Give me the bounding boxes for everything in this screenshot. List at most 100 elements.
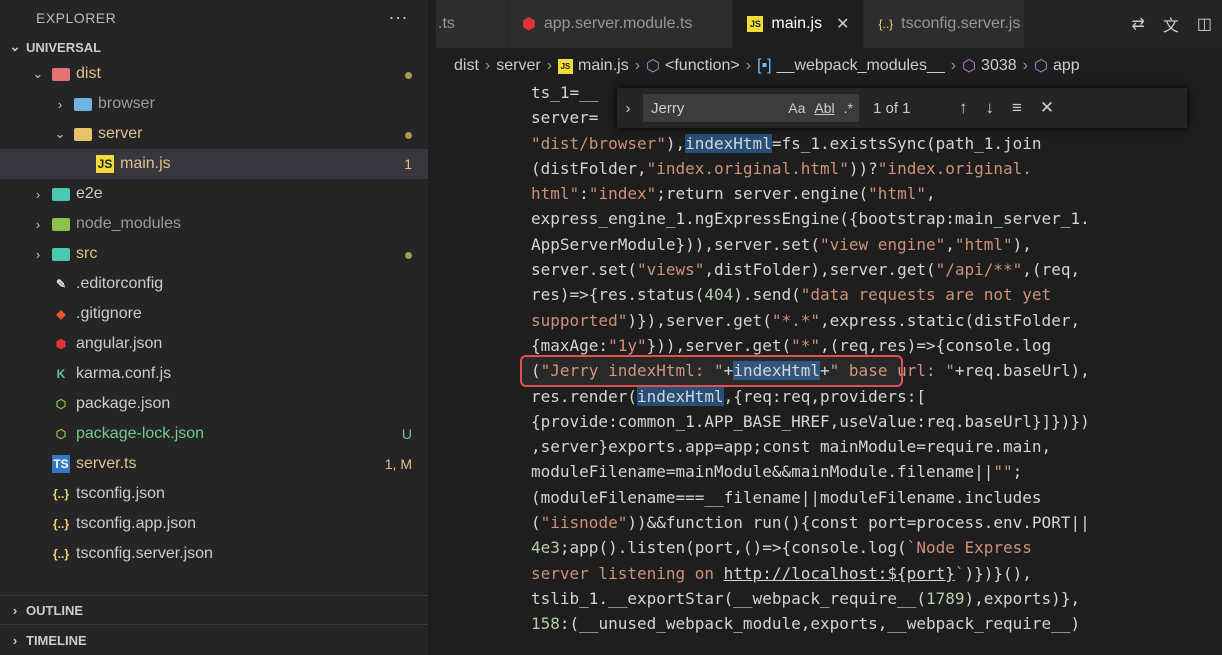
chevron-right-icon: › <box>484 57 491 74</box>
json-icon: {..} <box>52 517 69 531</box>
tree-item-server[interactable]: ⌄ server <box>0 119 428 149</box>
breadcrumb-item[interactable]: __webpack_modules__ <box>777 57 945 75</box>
tree-item-label: karma.conf.js <box>76 365 172 382</box>
tree-item-label: angular.json <box>76 335 163 352</box>
editorconfig-icon: ✎ <box>55 277 67 291</box>
find-input-value: Jerry <box>651 99 685 117</box>
tree-item-label: server.ts <box>76 455 137 472</box>
angular-icon: ⬢ <box>521 16 536 33</box>
find-input[interactable]: Jerry Aa Abl .* <box>643 94 859 122</box>
project-name: UNIVERSAL <box>26 39 102 55</box>
tab-tsconfig-server[interactable]: {..} tsconfig.server.js <box>864 0 1026 48</box>
find-in-selection-icon[interactable]: ≡ <box>1012 98 1022 118</box>
angular-icon: ⬢ <box>55 337 67 351</box>
tree-item-angular-json[interactable]: ⬢ angular.json <box>0 329 428 359</box>
whole-word-toggle[interactable]: Abl <box>814 100 834 116</box>
previous-match-arrow-up-icon[interactable]: ↑ <box>959 98 968 118</box>
breadcrumb-item[interactable]: <function> <box>665 57 740 75</box>
tree-item-label: package-lock.json <box>76 425 205 442</box>
close-icon[interactable]: ✕ <box>836 14 849 34</box>
chevron-right-icon: › <box>35 216 41 232</box>
translate-icon[interactable]: 文 <box>1163 12 1179 36</box>
file-tree: ⌄ dist › browser ⌄ server JS main.js 1 ›… <box>0 59 428 569</box>
tree-item-dist[interactable]: ⌄ dist <box>0 59 428 89</box>
tree-item-tsconfig-server[interactable]: {..} tsconfig.server.json <box>0 539 428 569</box>
more-actions-button[interactable]: ··· <box>389 7 408 28</box>
find-actions: ↑ ↓ ≡ ✕ <box>959 98 1054 118</box>
outline-section-header[interactable]: › OUTLINE <box>0 595 428 624</box>
explorer-header: EXPLORER ··· <box>0 0 428 35</box>
next-match-arrow-down-icon[interactable]: ↓ <box>986 98 995 118</box>
tree-item-main-js[interactable]: JS main.js 1 <box>0 149 428 179</box>
editor-actions: ⇄ 文 ◫ <box>1121 0 1222 48</box>
tree-item-label: node_modules <box>76 215 181 232</box>
chevron-right-icon: › <box>950 57 957 74</box>
chevron-right-icon: › <box>745 57 752 74</box>
tree-item-label: tsconfig.server.json <box>76 545 213 562</box>
javascript-file-icon: JS <box>558 58 574 74</box>
chevron-right-icon: › <box>546 57 553 74</box>
git-status-badge: 1, M <box>384 456 412 472</box>
tree-item-package-lock[interactable]: ⬡ package-lock.json U <box>0 419 428 449</box>
tree-item-label: main.js <box>120 155 171 172</box>
tree-item-package-json[interactable]: ⬡ package.json <box>0 389 428 419</box>
breadcrumb-item[interactable]: app <box>1053 57 1080 75</box>
json-icon: {..} <box>52 487 69 501</box>
function-icon: ⬡ <box>962 58 977 75</box>
tree-item-src[interactable]: › src <box>0 239 428 269</box>
folder-open-icon <box>52 65 70 83</box>
highlight-annotation <box>520 355 903 387</box>
git-status-badge: U <box>401 426 412 442</box>
chevron-right-icon: › <box>634 57 641 74</box>
tab-label: main.js <box>771 15 823 32</box>
tab-label: app.server.module.ts <box>543 15 693 32</box>
folder-open-icon <box>74 125 92 143</box>
project-section-header[interactable]: ⌄ UNIVERSAL <box>0 35 428 59</box>
match-count: 1 of 1 <box>873 99 911 117</box>
tab-label: tsconfig.server.js <box>901 15 1021 32</box>
chevron-down-icon: ⌄ <box>32 66 44 81</box>
git-status-badge <box>372 246 428 262</box>
chevron-right-icon: › <box>57 96 63 112</box>
git-compare-icon[interactable]: ⇄ <box>1131 14 1144 34</box>
breadcrumb-item[interactable]: server <box>496 57 540 75</box>
tree-item-label: .editorconfig <box>76 275 164 292</box>
chevron-right-icon: › <box>35 186 41 202</box>
find-widget: › Jerry Aa Abl .* 1 of 1 ↑ ↓ ≡ ✕ <box>617 88 1187 128</box>
typescript-file-icon: TS <box>52 455 70 473</box>
breadcrumb-item[interactable]: main.js <box>578 57 629 75</box>
function-icon: ⬡ <box>646 58 660 75</box>
json-icon: {..} <box>878 17 894 31</box>
tree-item-label: package.json <box>76 395 171 412</box>
timeline-section-header[interactable]: › TIMELINE <box>0 624 428 655</box>
toggle-replace-chevron-icon[interactable]: › <box>617 100 639 117</box>
chevron-right-icon: › <box>35 246 41 262</box>
regex-toggle[interactable]: .* <box>844 100 853 116</box>
tree-item-tsconfig-app[interactable]: {..} tsconfig.app.json <box>0 509 428 539</box>
tree-item-tsconfig[interactable]: {..} tsconfig.json <box>0 479 428 509</box>
tree-item-browser[interactable]: › browser <box>0 89 428 119</box>
split-editor-icon[interactable]: ◫ <box>1197 14 1212 34</box>
folder-icon <box>52 215 70 233</box>
tree-item-server-ts[interactable]: TS server.ts 1, M <box>0 449 428 479</box>
tab-partial-ts[interactable]: .ts <box>436 0 508 48</box>
breadcrumb: dist › server › JS main.js › ⬡ <function… <box>436 48 1222 84</box>
breadcrumb-item[interactable]: 3038 <box>981 57 1017 75</box>
tree-item-label: tsconfig.app.json <box>76 515 197 532</box>
tab-main-js[interactable]: JS main.js ✕ <box>733 0 865 48</box>
chevron-right-icon: › <box>12 633 18 648</box>
chevron-right-icon: › <box>12 602 18 618</box>
folder-icon <box>52 185 70 203</box>
close-icon[interactable]: ✕ <box>1040 98 1054 118</box>
tree-item-karma-conf[interactable]: K karma.conf.js <box>0 359 428 389</box>
tree-item-editorconfig[interactable]: ✎ .editorconfig <box>0 269 428 299</box>
match-case-toggle[interactable]: Aa <box>788 100 805 116</box>
tree-item-e2e[interactable]: › e2e <box>0 179 428 209</box>
breadcrumb-item[interactable]: dist <box>454 57 479 75</box>
tree-item-label: e2e <box>76 185 103 202</box>
tree-item-node-modules[interactable]: › node_modules <box>0 209 428 239</box>
editor-tab-bar: .ts ⬢ app.server.module.ts JS main.js ✕ … <box>436 0 1222 48</box>
tree-item-label: server <box>98 125 143 142</box>
tab-app-server-module[interactable]: ⬢ app.server.module.ts <box>507 0 734 48</box>
tree-item-gitignore[interactable]: ◆ .gitignore <box>0 299 428 329</box>
